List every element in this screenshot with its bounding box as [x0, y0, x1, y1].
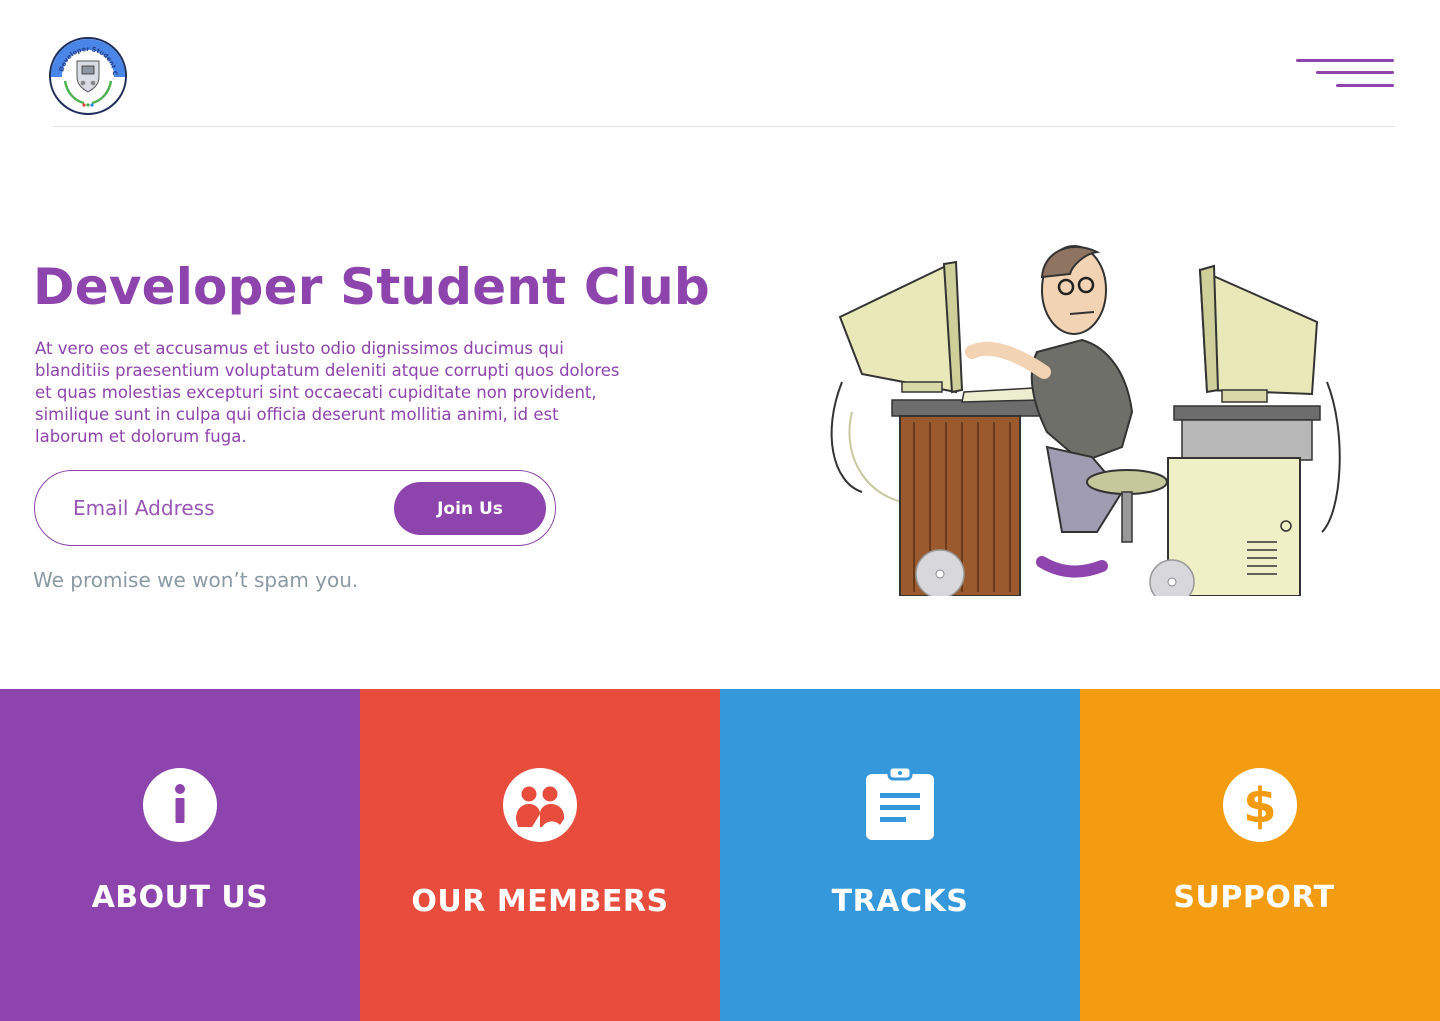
tile-tracks[interactable]: TRACKS: [720, 689, 1080, 1021]
dollar-icon: $: [1223, 768, 1297, 842]
site-header: Developer Student Clubs: [0, 0, 1440, 130]
tile-support[interactable]: $ SUPPORT: [1080, 689, 1440, 1021]
dsc-logo[interactable]: Developer Student Clubs: [49, 37, 127, 115]
clipboard-icon: [866, 767, 934, 840]
feature-tiles: ABOUT US OUR MEMBERS TRACKS $ SUPPORT: [0, 689, 1440, 1021]
hero-title: Developer Student Club: [33, 258, 710, 316]
menu-line: [1296, 59, 1394, 62]
signup-form: Join Us: [34, 470, 556, 546]
tile-label: TRACKS: [831, 884, 969, 919]
menu-line: [1336, 84, 1394, 87]
members-icon: [503, 768, 577, 842]
hamburger-menu-icon[interactable]: [1294, 58, 1396, 90]
info-icon: [143, 768, 217, 842]
tile-our-members[interactable]: OUR MEMBERS: [360, 689, 720, 1021]
tile-label: SUPPORT: [1173, 880, 1335, 915]
no-spam-note: We promise we won’t spam you.: [33, 568, 359, 592]
svg-text:$: $: [1243, 778, 1276, 834]
join-us-button[interactable]: Join Us: [394, 482, 546, 535]
dsc-crest-logo-icon: Developer Student Clubs: [51, 39, 125, 107]
tile-label: OUR MEMBERS: [411, 884, 669, 919]
menu-line: [1316, 71, 1394, 74]
email-input[interactable]: [73, 487, 393, 529]
hero-description: At vero eos et accusamus et iusto odio d…: [35, 339, 620, 446]
tile-about-us[interactable]: ABOUT US: [0, 689, 360, 1021]
header-divider: [53, 126, 1395, 127]
developer-at-computers-illustration: [822, 232, 1352, 605]
tile-label: ABOUT US: [91, 880, 269, 915]
